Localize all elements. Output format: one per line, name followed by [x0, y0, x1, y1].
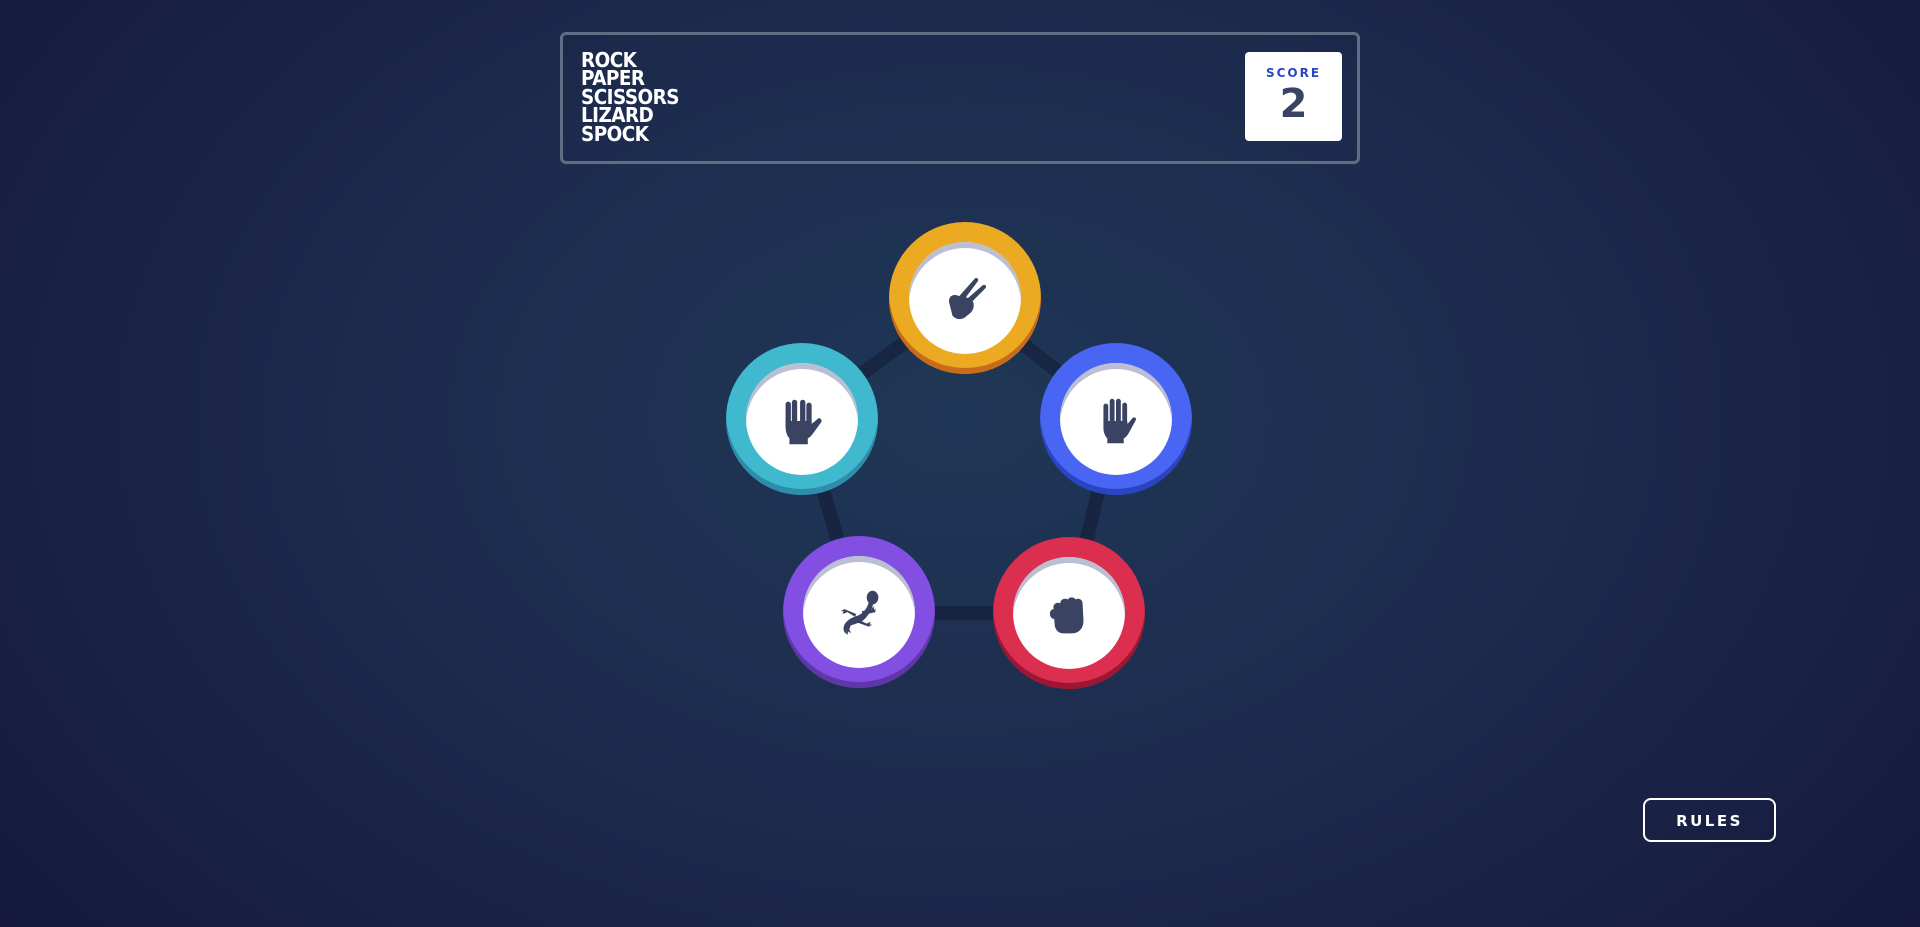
lizard-button[interactable]	[783, 536, 935, 688]
paper-hand-icon	[1103, 398, 1136, 444]
title-line-spock: SPOCK	[581, 121, 649, 146]
paper-button[interactable]	[1040, 343, 1192, 495]
game-title: ROCK PAPER SCISSORS LIZARD SPOCK	[581, 50, 687, 146]
spock-hand-icon	[785, 399, 822, 445]
lizard-token-face	[803, 556, 915, 668]
rock-token-face	[1013, 557, 1125, 669]
scissors-token-face	[909, 242, 1021, 354]
lizard-icon	[840, 590, 879, 636]
score-value: 2	[1279, 81, 1308, 127]
score-label: SCORE	[1265, 66, 1322, 80]
scissors-hand-icon	[949, 277, 987, 320]
score-box: SCORE 2	[1245, 52, 1342, 141]
paper-token-face	[1060, 363, 1172, 475]
game-header: ROCK PAPER SCISSORS LIZARD SPOCK SCORE 2	[560, 32, 1360, 164]
rock-button[interactable]	[993, 537, 1145, 689]
rules-button[interactable]: RULES	[1643, 798, 1776, 842]
rock-fist-icon	[1049, 597, 1084, 634]
spock-button[interactable]	[726, 343, 878, 495]
spock-token-face	[746, 363, 858, 475]
scissors-button[interactable]	[889, 222, 1041, 374]
